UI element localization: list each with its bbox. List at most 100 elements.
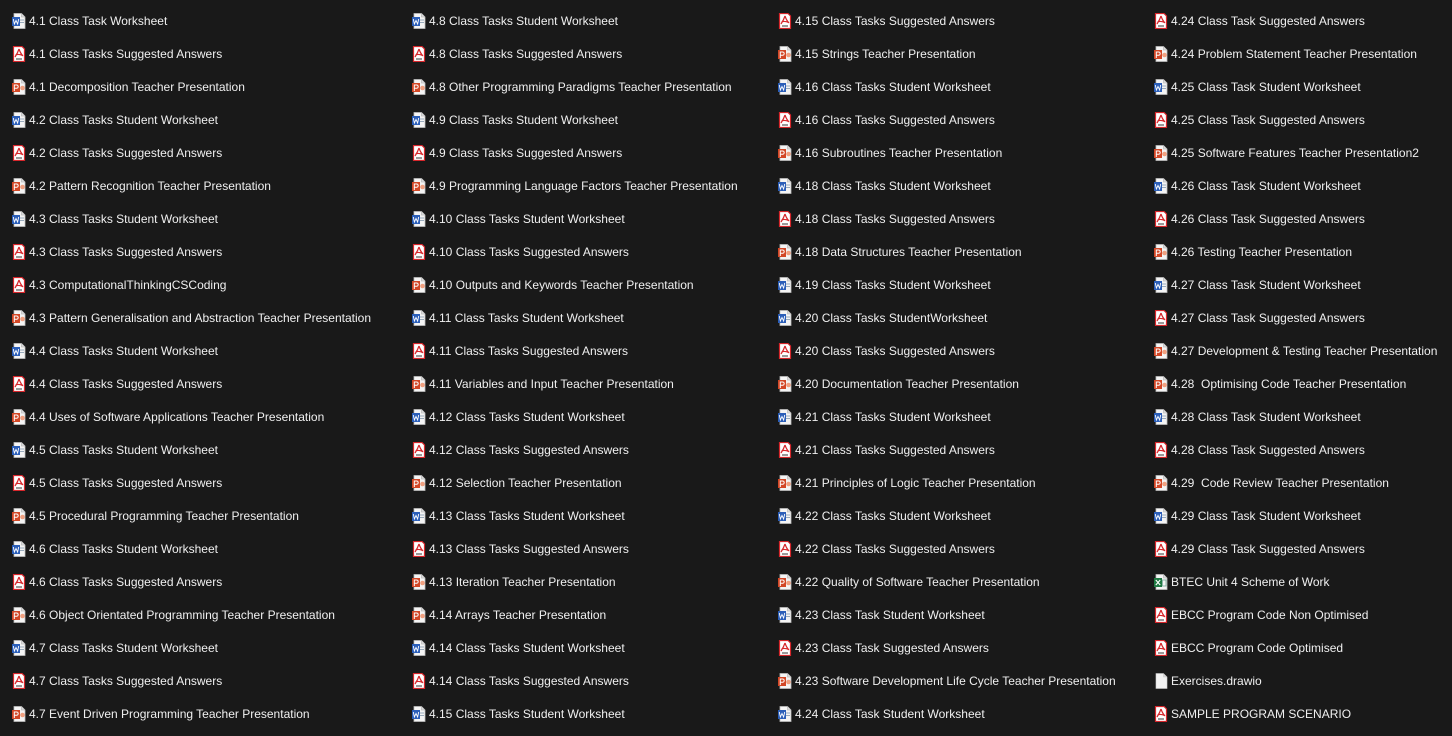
file-item[interactable]: 4.20 Class Tasks StudentWorksheet xyxy=(778,301,1116,334)
file-item[interactable]: 4.4 Class Tasks Student Worksheet xyxy=(12,334,371,367)
file-item[interactable]: 4.23 Class Task Student Worksheet xyxy=(778,598,1116,631)
file-item[interactable]: 4.20 Documentation Teacher Presentation xyxy=(778,367,1116,400)
file-item[interactable]: 4.23 Software Development Life Cycle Tea… xyxy=(778,664,1116,697)
file-name: 4.16 Subroutines Teacher Presentation xyxy=(795,145,1003,160)
file-name: 4.25 Software Features Teacher Presentat… xyxy=(1171,145,1419,160)
file-item[interactable]: 4.6 Object Orientated Programming Teache… xyxy=(12,598,371,631)
file-item[interactable]: 4.9 Programming Language Factors Teacher… xyxy=(412,169,738,202)
file-item[interactable]: EBCC Program Code Non Optimised xyxy=(1154,598,1437,631)
file-item[interactable]: 4.27 Class Task Student Worksheet xyxy=(1154,268,1437,301)
file-item[interactable]: 4.1 Decomposition Teacher Presentation xyxy=(12,70,371,103)
file-item[interactable]: 4.14 Class Tasks Student Worksheet xyxy=(412,631,738,664)
file-item[interactable]: 4.13 Iteration Teacher Presentation xyxy=(412,565,738,598)
file-item[interactable]: 4.25 Class Task Suggested Answers xyxy=(1154,103,1437,136)
file-item[interactable]: 4.24 Problem Statement Teacher Presentat… xyxy=(1154,37,1437,70)
file-item[interactable]: 4.18 Data Structures Teacher Presentatio… xyxy=(778,235,1116,268)
file-item[interactable]: 4.8 Class Tasks Suggested Answers xyxy=(412,37,738,70)
file-name: 4.14 Class Tasks Suggested Answers xyxy=(429,673,629,688)
file-item[interactable]: 4.11 Class Tasks Suggested Answers xyxy=(412,334,738,367)
file-item[interactable]: BTEC Unit 4 Scheme of Work xyxy=(1154,565,1437,598)
file-item[interactable]: 4.22 Class Tasks Student Worksheet xyxy=(778,499,1116,532)
file-item[interactable]: 4.26 Testing Teacher Presentation xyxy=(1154,235,1437,268)
file-item[interactable]: 4.3 Class Tasks Suggested Answers xyxy=(12,235,371,268)
file-item[interactable]: 4.7 Class Tasks Student Worksheet xyxy=(12,631,371,664)
pdf-document-icon xyxy=(1154,705,1168,722)
file-item[interactable]: Exercises.drawio xyxy=(1154,664,1437,697)
file-item[interactable]: 4.16 Subroutines Teacher Presentation xyxy=(778,136,1116,169)
file-item[interactable]: 4.12 Class Tasks Suggested Answers xyxy=(412,433,738,466)
file-item[interactable]: 4.6 Class Tasks Student Worksheet xyxy=(12,532,371,565)
file-item[interactable]: 4.15 Strings Teacher Presentation xyxy=(778,37,1116,70)
file-item[interactable]: 4.4 Class Tasks Suggested Answers xyxy=(12,367,371,400)
file-item[interactable]: 4.19 Class Tasks Student Worksheet xyxy=(778,268,1116,301)
file-item[interactable]: 4.8 Class Tasks Student Worksheet xyxy=(412,4,738,37)
file-item[interactable]: 4.6 Class Tasks Suggested Answers xyxy=(12,565,371,598)
file-item[interactable]: 4.26 Class Task Student Worksheet xyxy=(1154,169,1437,202)
file-item[interactable]: 4.21 Class Tasks Student Worksheet xyxy=(778,400,1116,433)
file-item[interactable]: 4.26 Class Task Suggested Answers xyxy=(1154,202,1437,235)
file-item[interactable]: EBCC Program Code Optimised xyxy=(1154,631,1437,664)
file-item[interactable]: 4.27 Development & Testing Teacher Prese… xyxy=(1154,334,1437,367)
file-item[interactable]: 4.13 Class Tasks Suggested Answers xyxy=(412,532,738,565)
file-item[interactable]: 4.20 Class Tasks Suggested Answers xyxy=(778,334,1116,367)
file-item[interactable]: 4.24 Class Task Suggested Answers xyxy=(1154,4,1437,37)
file-item[interactable]: 4.5 Procedural Programming Teacher Prese… xyxy=(12,499,371,532)
file-item[interactable]: 4.9 Class Tasks Student Worksheet xyxy=(412,103,738,136)
pdf-document-icon xyxy=(778,441,792,458)
file-item[interactable]: 4.21 Class Tasks Suggested Answers xyxy=(778,433,1116,466)
file-name: 4.16 Class Tasks Student Worksheet xyxy=(795,79,991,94)
file-item[interactable]: 4.2 Class Tasks Student Worksheet xyxy=(12,103,371,136)
file-item[interactable]: 4.25 Class Task Student Worksheet xyxy=(1154,70,1437,103)
file-item[interactable]: 4.22 Class Tasks Suggested Answers xyxy=(778,532,1116,565)
file-item[interactable]: 4.12 Selection Teacher Presentation xyxy=(412,466,738,499)
file-item[interactable]: 4.14 Class Tasks Suggested Answers xyxy=(412,664,738,697)
file-item[interactable]: 4.23 Class Task Suggested Answers xyxy=(778,631,1116,664)
file-item[interactable]: 4.24 Class Task Student Worksheet xyxy=(778,697,1116,730)
file-item[interactable]: 4.28 Class Task Suggested Answers xyxy=(1154,433,1437,466)
file-item[interactable]: 4.16 Class Tasks Suggested Answers xyxy=(778,103,1116,136)
file-item[interactable]: 4.2 Class Tasks Suggested Answers xyxy=(12,136,371,169)
file-item[interactable]: 4.25 Software Features Teacher Presentat… xyxy=(1154,136,1437,169)
pdf-document-icon xyxy=(12,474,26,491)
file-item[interactable]: 4.7 Event Driven Programming Teacher Pre… xyxy=(12,697,371,730)
file-item[interactable]: 4.15 Class Tasks Suggested Answers xyxy=(778,4,1116,37)
file-item[interactable]: 4.8 Other Programming Paradigms Teacher … xyxy=(412,70,738,103)
file-name: 4.8 Other Programming Paradigms Teacher … xyxy=(429,79,732,94)
file-name: SAMPLE PROGRAM SCENARIO xyxy=(1171,706,1352,721)
file-item[interactable]: 4.18 Class Tasks Suggested Answers xyxy=(778,202,1116,235)
file-item[interactable]: 4.9 Class Tasks Suggested Answers xyxy=(412,136,738,169)
file-item[interactable]: 4.29 Code Review Teacher Presentation xyxy=(1154,466,1437,499)
file-item[interactable]: 4.27 Class Task Suggested Answers xyxy=(1154,301,1437,334)
file-item[interactable]: 4.10 Outputs and Keywords Teacher Presen… xyxy=(412,268,738,301)
file-item[interactable]: 4.11 Variables and Input Teacher Present… xyxy=(412,367,738,400)
file-item[interactable]: 4.3 ComputationalThinkingCSCoding xyxy=(12,268,371,301)
word-document-icon xyxy=(778,705,792,722)
file-item[interactable]: 4.15 Class Tasks Student Worksheet xyxy=(412,697,738,730)
file-item[interactable]: 4.29 Class Task Suggested Answers xyxy=(1154,532,1437,565)
file-item[interactable]: 4.18 Class Tasks Student Worksheet xyxy=(778,169,1116,202)
pdf-document-icon xyxy=(12,573,26,590)
file-item[interactable]: 4.2 Pattern Recognition Teacher Presenta… xyxy=(12,169,371,202)
file-item[interactable]: 4.7 Class Tasks Suggested Answers xyxy=(12,664,371,697)
word-document-icon xyxy=(778,78,792,95)
file-item[interactable]: 4.10 Class Tasks Suggested Answers xyxy=(412,235,738,268)
file-item[interactable]: 4.28 Class Task Student Worksheet xyxy=(1154,400,1437,433)
file-item[interactable]: 4.16 Class Tasks Student Worksheet xyxy=(778,70,1116,103)
file-item[interactable]: 4.21 Principles of Logic Teacher Present… xyxy=(778,466,1116,499)
file-item[interactable]: 4.13 Class Tasks Student Worksheet xyxy=(412,499,738,532)
file-item[interactable]: 4.12 Class Tasks Student Worksheet xyxy=(412,400,738,433)
file-item[interactable]: 4.5 Class Tasks Suggested Answers xyxy=(12,466,371,499)
file-item[interactable]: 4.28 Optimising Code Teacher Presentatio… xyxy=(1154,367,1437,400)
file-item[interactable]: 4.29 Class Task Student Worksheet xyxy=(1154,499,1437,532)
file-item[interactable]: 4.3 Class Tasks Student Worksheet xyxy=(12,202,371,235)
file-item[interactable]: 4.3 Pattern Generalisation and Abstracti… xyxy=(12,301,371,334)
file-item[interactable]: 4.14 Arrays Teacher Presentation xyxy=(412,598,738,631)
file-item[interactable]: SAMPLE PROGRAM SCENARIO xyxy=(1154,697,1437,730)
file-item[interactable]: 4.4 Uses of Software Applications Teache… xyxy=(12,400,371,433)
file-item[interactable]: 4.1 Class Task Worksheet xyxy=(12,4,371,37)
file-item[interactable]: 4.10 Class Tasks Student Worksheet xyxy=(412,202,738,235)
file-item[interactable]: 4.22 Quality of Software Teacher Present… xyxy=(778,565,1116,598)
file-item[interactable]: 4.1 Class Tasks Suggested Answers xyxy=(12,37,371,70)
file-item[interactable]: 4.11 Class Tasks Student Worksheet xyxy=(412,301,738,334)
file-item[interactable]: 4.5 Class Tasks Student Worksheet xyxy=(12,433,371,466)
